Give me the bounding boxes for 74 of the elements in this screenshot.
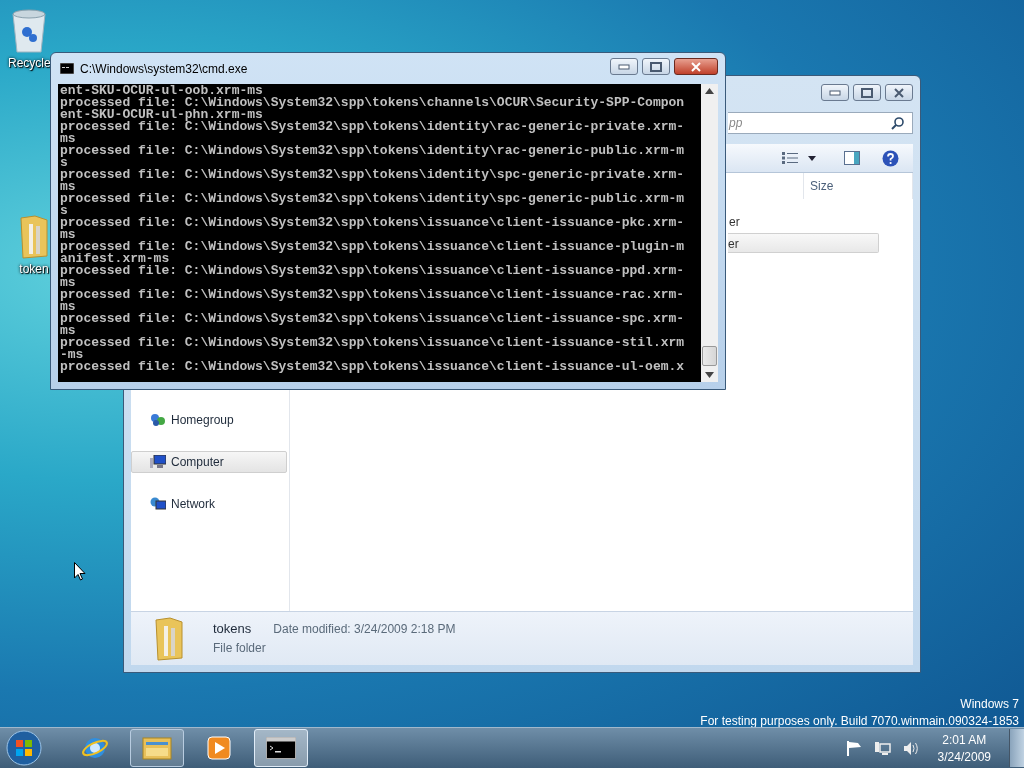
speaker-icon[interactable] <box>902 740 920 756</box>
build-info-text: Windows 7 <box>960 697 1019 711</box>
console-line: anifest.xrm-ms <box>60 253 170 265</box>
caret-icon[interactable] <box>808 155 816 161</box>
search-field[interactable]: pp <box>728 112 913 134</box>
console-line: processed file: C:\Windows\System32\spp\tokens\channels\OCUR\Security-SPP-Compon <box>60 97 686 109</box>
console-line: processed file: C:\Windows\System32\spp\tokens\issuance\client-issuance-ul-oem.x <box>60 361 686 373</box>
close-button[interactable] <box>885 84 913 101</box>
item-name: tokens <box>213 620 252 636</box>
console-line: ent-SKU-OCUR-ul-phn.xrm-ms <box>60 109 263 121</box>
console-icon <box>60 63 74 74</box>
play-icon <box>206 735 232 761</box>
file-row[interactable]: er <box>728 211 879 231</box>
console-line: processed file: C:\Windows\System32\spp\tokens\issuance\client-issuance-rac.xrm- <box>60 289 686 301</box>
console-line: processed file: C:\Windows\System32\spp\tokens\issuance\client-issuance-ppd.xrm- <box>60 265 686 277</box>
console-line: ms <box>60 277 76 289</box>
console-line: processed file: C:\Windows\System32\spp\tokens\issuance\client-issuance-stil.xrm <box>60 337 686 349</box>
scroll-down-icon[interactable] <box>705 372 714 378</box>
minimize-icon <box>618 63 630 70</box>
start-button[interactable] <box>6 730 42 766</box>
recycle-bin-icon[interactable] <box>10 8 49 54</box>
console-line: processed file: C:\Windows\System32\spp\tokens\identity\spc-generic-private.xrm- <box>60 169 686 181</box>
computer-icon <box>150 455 166 469</box>
flag-icon[interactable] <box>845 740 862 756</box>
preview-pane-icon[interactable] <box>844 151 860 165</box>
close-button[interactable] <box>674 58 718 75</box>
console-line: processed file: C:\Windows\System32\spp\tokens\issuance\client-issuance-plugin-m <box>60 241 686 253</box>
console-line: ms <box>60 325 76 337</box>
console-line: ms <box>60 133 76 145</box>
view-options-icon[interactable] <box>782 152 798 164</box>
search-icon <box>891 116 904 130</box>
console-line: processed file: C:\Windows\System32\spp\tokens\identity\spc-generic-public.xrm-m <box>60 193 686 205</box>
minimize-icon <box>829 89 841 96</box>
help-icon[interactable] <box>882 149 899 167</box>
console-line: ent-SKU-OCUR-ul-oob.xrm-ms <box>60 85 263 97</box>
maximize-button[interactable] <box>853 84 881 101</box>
file-row[interactable]: er <box>728 233 879 253</box>
console-line: -ms <box>60 349 84 361</box>
network-icon <box>150 497 166 511</box>
show-desktop-button[interactable] <box>1009 729 1024 767</box>
build-info-text: For testing purposes only. Build 7070.winmain.090324-1853 <box>700 714 1019 728</box>
clock[interactable]: 2:01 AM 3/24/2009 <box>931 732 997 764</box>
maximize-icon <box>650 61 662 72</box>
close-icon <box>893 87 905 98</box>
maximize-button[interactable] <box>642 58 670 75</box>
window-title: C:\Windows\system32\cmd.exe <box>80 61 248 76</box>
folder-icon <box>153 615 185 662</box>
column-header[interactable]: Size <box>803 173 913 199</box>
nav-item[interactable]: Network <box>131 493 287 515</box>
console-line: ms <box>60 181 76 193</box>
console-line: ms <box>60 301 76 313</box>
folder-icon <box>142 735 172 761</box>
console-line: processed file: C:\Windows\System32\spp\tokens\issuance\client-issuance-pkc.xrm- <box>60 217 686 229</box>
minimize-button[interactable] <box>821 84 849 101</box>
mouse-cursor <box>74 562 86 581</box>
scroll-thumb[interactable] <box>702 346 717 366</box>
console-line: s <box>60 205 68 217</box>
console-icon <box>266 737 296 759</box>
nav-item[interactable]: Homegroup <box>131 409 287 431</box>
scrollbar[interactable] <box>701 84 718 382</box>
close-icon <box>690 61 702 72</box>
console-line: ms <box>60 229 76 241</box>
console-line: s <box>60 157 68 169</box>
scroll-up-icon[interactable] <box>705 88 714 94</box>
console-line: processed file: C:\Windows\System32\spp\tokens\identity\rac-generic-private.xrm- <box>60 121 686 133</box>
minimize-button[interactable] <box>610 58 638 75</box>
console-line: processed file: C:\Windows\System32\spp\tokens\issuance\client-issuance-spc.xrm- <box>60 313 686 325</box>
item-type: File folder <box>213 640 267 655</box>
homegroup-icon <box>150 413 166 427</box>
console-line: processed file: C:\Windows\System32\spp\tokens\identity\rac-generic-public.xrm-m <box>60 145 686 157</box>
network-icon[interactable] <box>873 740 891 756</box>
nav-item[interactable]: Computer <box>131 451 287 473</box>
date-modified: Date modified: 3/24/2009 2:18 PM <box>273 621 456 636</box>
maximize-icon <box>861 87 873 98</box>
